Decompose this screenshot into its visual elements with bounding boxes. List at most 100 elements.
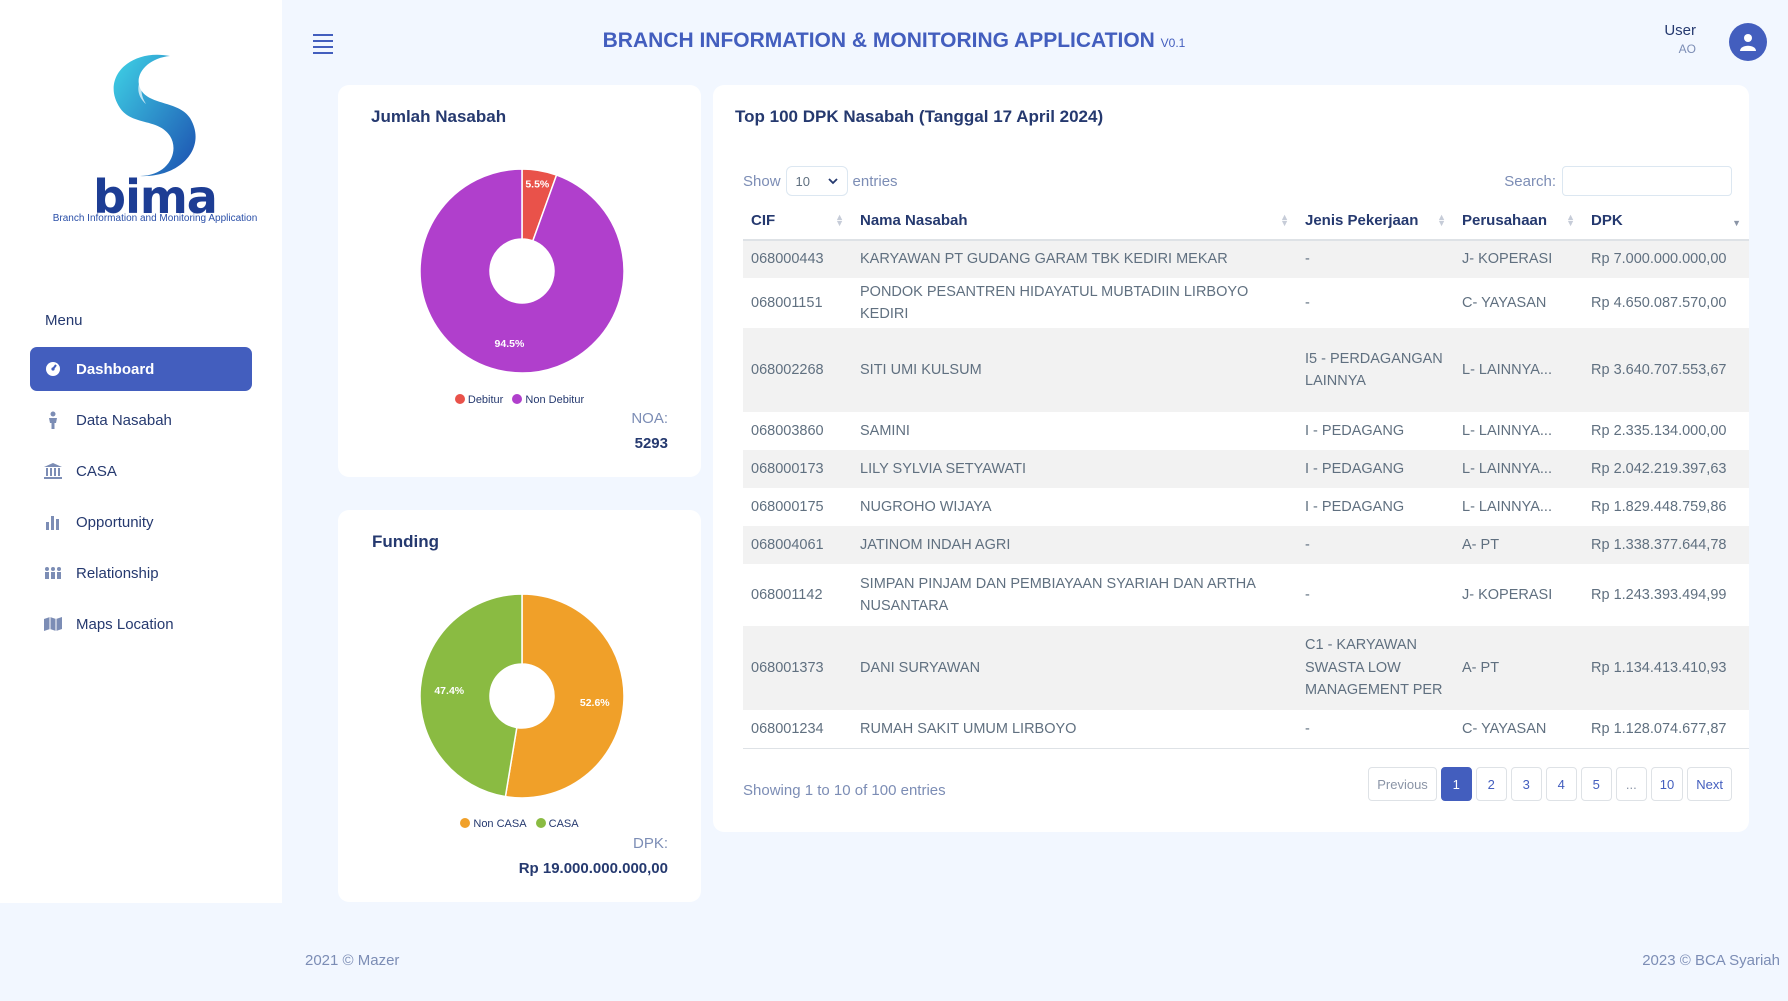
sidebar-menu: Dashboard Data Nasabah CASA Opportunity … <box>30 347 252 653</box>
table-row[interactable]: 068000175 NUGROHO WIJAYA I - PEDAGANG L-… <box>743 488 1749 526</box>
legend-dot <box>454 394 465 404</box>
avatar[interactable] <box>1729 23 1767 61</box>
legend-item[interactable]: Non Debitur <box>512 394 584 406</box>
cell-dpk: Rp 1.134.413.410,93 <box>1583 626 1749 710</box>
footer-right: 2023 © BCA Syariah <box>1642 952 1780 969</box>
top-dpk-table-card: Top 100 DPK Nasabah (Tanggal 17 April 20… <box>713 85 1749 832</box>
cell-perusahaan: C- YAYASAN <box>1462 720 1547 737</box>
cell-dpk: Rp 1.338.377.644,78 <box>1583 526 1749 564</box>
cell-cif: 068001142 <box>751 586 823 603</box>
cell-nama: SAMINI <box>860 422 910 439</box>
cell-pekerjaan: I - PEDAGANG <box>1305 498 1405 515</box>
column-header-nama[interactable]: Nama Nasabah ▲ ▼ <box>852 202 1297 241</box>
cell-pekerjaan: C1 - KARYAWAN SWASTA LOW MANAGEMENT PER <box>1297 626 1454 710</box>
dpk-value: Rp 19.000.000.000,00 <box>518 860 668 877</box>
chart-legend: Debitur Non Debitur <box>338 394 701 406</box>
legend-item[interactable]: Non CASA <box>460 818 527 830</box>
card-title: Funding <box>372 532 440 551</box>
table-row[interactable]: 068002268 SITI UMI KULSUM I5 - PERDAGANG… <box>743 328 1749 412</box>
pagination-page-4[interactable]: 4 <box>1545 767 1577 801</box>
person-icon <box>44 411 62 429</box>
dpk-label: DPK: <box>632 835 668 852</box>
table-row[interactable]: 068001234 RUMAH SAKIT UMUM LIRBOYO - C- … <box>743 710 1749 748</box>
logo-subtitle: Branch Information and Monitoring Applic… <box>52 213 258 224</box>
cell-pekerjaan: - <box>1305 720 1310 737</box>
sidebar: bima Branch Information and Monitoring A… <box>0 0 282 903</box>
cell-perusahaan: L- LAINNYA... <box>1454 450 1583 488</box>
column-label: DPK <box>1591 212 1623 229</box>
table-row[interactable]: 068003860 SAMINI I - PEDAGANG L- LAINNYA… <box>743 412 1749 450</box>
map-icon <box>44 615 62 633</box>
cell-cif: 068001234 <box>751 720 824 737</box>
sidebar-item-data-nasabah[interactable]: Data Nasabah <box>30 398 252 442</box>
column-label: Nama Nasabah <box>860 212 968 229</box>
pagination-page-3[interactable]: 3 <box>1510 767 1542 801</box>
cell-cif: 068000175 <box>751 498 824 515</box>
pagination-ellipsis: ... <box>1615 767 1647 801</box>
legend-item[interactable]: Debitur <box>454 394 503 406</box>
pagination-page-5[interactable]: 5 <box>1580 767 1612 801</box>
cell-cif: 068001151 <box>751 294 823 311</box>
sidebar-item-maps-location[interactable]: Maps Location <box>30 602 252 646</box>
search-input[interactable] <box>1562 166 1732 196</box>
legend-item[interactable]: CASA <box>535 818 579 830</box>
pagination-previous-button[interactable]: Previous <box>1368 767 1437 801</box>
pie-data-label: 94.5% <box>495 338 525 350</box>
table-row[interactable]: 068004061 JATINOM INDAH AGRI - A- PT Rp … <box>743 526 1749 564</box>
jumlah-nasabah-card: Jumlah Nasabah 5.5% 94.5% Debitur Non Deb… <box>338 85 701 477</box>
sidebar-item-opportunity[interactable]: Opportunity <box>30 500 252 544</box>
table-row[interactable]: 068000173 LILY SYLVIA SETYAWATI I - PEDA… <box>743 450 1749 488</box>
app-version: V0.1 <box>1160 36 1186 50</box>
noa-value: 5293 <box>634 435 668 452</box>
cell-nama: NUGROHO WIJAYA <box>860 498 992 515</box>
pagination-page-2[interactable]: 2 <box>1475 767 1507 801</box>
cell-perusahaan: A- PT <box>1454 526 1583 564</box>
legend-label: CASA <box>548 818 579 830</box>
column-header-cif[interactable]: CIF ▲ ▼ <box>743 202 852 241</box>
sort-icon: ▲ ▼ <box>835 212 844 228</box>
app-title-text: BRANCH INFORMATION & MONITORING APPLICAT… <box>602 29 1155 52</box>
table-row[interactable]: 068000443 KARYAWAN PT GUDANG GARAM TBK K… <box>743 240 1749 278</box>
app-logo[interactable]: bima Branch Information and Monitoring A… <box>40 48 270 230</box>
column-header-jenis-pekerjaan[interactable]: Jenis Pekerjaan ▲ ▼ <box>1297 202 1454 241</box>
sort-icon: ▲ ▼ <box>1437 212 1446 228</box>
legend-dot <box>535 818 546 828</box>
table-row[interactable]: 068001142 SIMPAN PINJAM DAN PEMBIAYAAN S… <box>743 564 1749 626</box>
funding-donut-svg: 52.6% 47.4% <box>419 593 625 799</box>
entries-value: 10 <box>795 173 810 189</box>
sidebar-item-dashboard[interactable]: Dashboard <box>30 347 252 391</box>
pagination-page-10[interactable]: 10 <box>1650 767 1684 801</box>
search-label: Search: <box>1504 172 1556 190</box>
cell-cif: 068004061 <box>743 526 852 564</box>
table-title: Top 100 DPK Nasabah (Tanggal 17 April 20… <box>735 107 1104 126</box>
bar-chart-icon <box>44 513 62 531</box>
sidebar-item-casa[interactable]: CASA <box>30 449 252 493</box>
cell-dpk: Rp 2.042.219.397,63 <box>1583 450 1749 488</box>
table-row[interactable]: 068001373 DANI SURYAWAN C1 - KARYAWAN SW… <box>743 626 1749 710</box>
cell-cif: 068001373 <box>743 626 852 710</box>
pagination-page-1[interactable]: 1 <box>1440 767 1472 801</box>
cell-dpk: Rp 7.000.000.000,00 <box>1583 240 1749 278</box>
entries-select[interactable]: 10 <box>785 166 848 196</box>
pagination-next-button[interactable]: Next <box>1687 767 1732 801</box>
cell-dpk: Rp 2.335.134.000,00 <box>1591 422 1727 439</box>
cell-perusahaan: J- KOPERASI <box>1454 240 1583 278</box>
user-info[interactable]: User AO <box>1664 22 1696 56</box>
cell-pekerjaan: I5 - PERDAGANGAN LAINNYA <box>1297 328 1454 412</box>
search-control: Search: <box>1504 166 1732 196</box>
cell-dpk: Rp 1.128.074.677,87 <box>1591 720 1727 737</box>
entries-label: entries <box>852 172 898 190</box>
cell-perusahaan: L- LAINNYA... <box>1462 498 1552 515</box>
sidebar-item-relationship[interactable]: Relationship <box>30 551 252 595</box>
sidebar-item-label: Relationship <box>76 564 159 582</box>
pie-data-label: 52.6% <box>580 697 610 709</box>
nasabah-pie-chart: 5.5% 94.5% <box>418 167 626 375</box>
chart-legend: Non CASA CASA <box>338 818 701 830</box>
user-name: User <box>1664 22 1696 39</box>
table-row[interactable]: 068001151 PONDOK PESANTREN HIDAYATUL MUB… <box>743 278 1749 328</box>
pagination: Previous 1 2 3 4 5 ... 10 Next <box>1364 767 1732 801</box>
column-header-perusahaan[interactable]: Perusahaan ▲ ▼ <box>1454 202 1583 241</box>
cell-pekerjaan: - <box>1305 294 1310 311</box>
column-header-dpk[interactable]: DPK ▼ <box>1583 202 1749 241</box>
cell-pekerjaan: I - PEDAGANG <box>1305 422 1405 439</box>
